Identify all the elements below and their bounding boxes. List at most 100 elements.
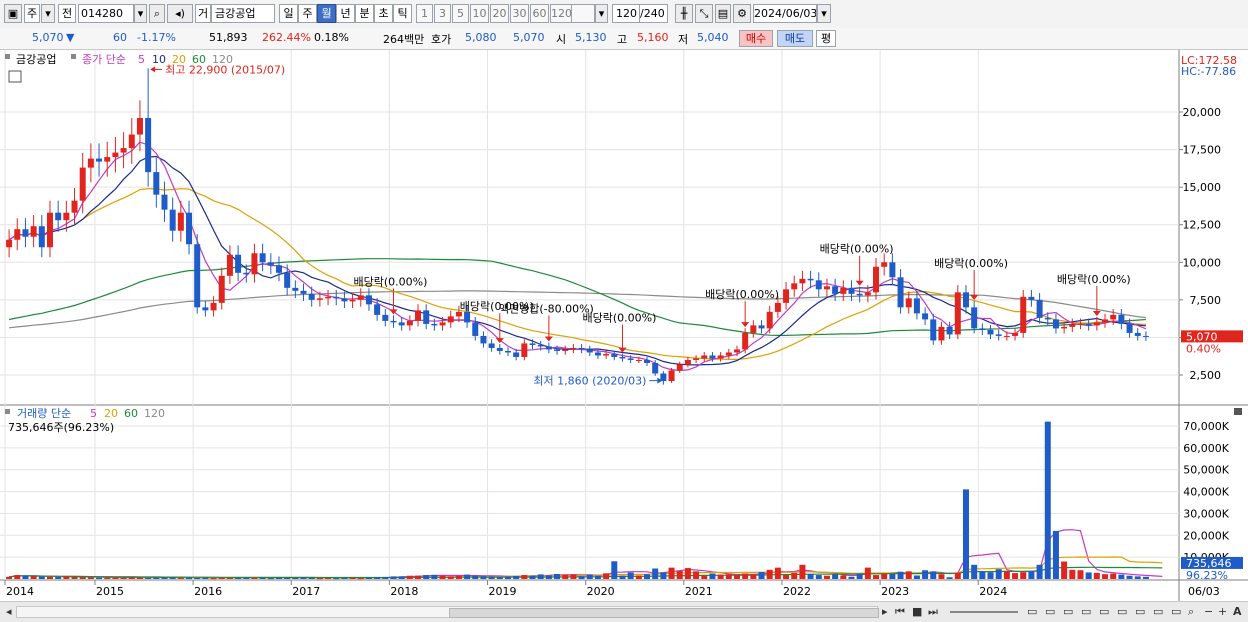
window-icon[interactable]: ▭ — [1063, 605, 1073, 618]
candle-type-icon[interactable]: ╫ — [675, 4, 693, 23]
text-tool-icon[interactable]: A — [1233, 605, 1242, 618]
minute-button[interactable]: 120 — [550, 4, 572, 23]
period-button[interactable]: 주 — [298, 4, 317, 23]
volume-bar — [611, 561, 618, 579]
legend-period-120[interactable]: 120 — [212, 53, 233, 66]
horizontal-scrollbar[interactable] — [16, 606, 879, 618]
candle-body — [1036, 299, 1043, 318]
minute-button[interactable]: 3 — [434, 4, 451, 23]
year-label: 2022 — [783, 585, 811, 598]
trade-button[interactable]: 거 — [195, 4, 211, 23]
zoom-out-icon[interactable]: − — [1204, 605, 1213, 618]
volume-bar — [832, 574, 839, 579]
jump-start-icon[interactable]: ⏮ — [895, 605, 905, 619]
volume-bar — [1077, 570, 1084, 579]
legend-indicator[interactable]: 종가 단순 — [82, 53, 126, 66]
period-button[interactable]: 일 — [279, 4, 298, 23]
volume-bar — [194, 577, 201, 579]
stock-chart[interactable]: 최고 22,900 (2015/07)최저 1,860 (2020/03)배당락… — [0, 50, 1248, 601]
jump-end-icon[interactable]: ⏭ — [928, 605, 938, 619]
minute-button[interactable]: 20 — [490, 4, 509, 23]
volume-bar — [202, 577, 209, 579]
stop-icon[interactable]: ■ — [912, 605, 922, 618]
candle-body — [1126, 323, 1133, 333]
buy-button[interactable]: 매수 — [739, 30, 773, 47]
volume-bar — [284, 577, 291, 579]
period-button[interactable]: 월 — [317, 4, 336, 23]
save-icon[interactable]: ▤ — [715, 4, 731, 23]
window-icon[interactable]: ▭ — [1117, 605, 1127, 618]
zoom-search-icon[interactable]: ⌕ — [1188, 605, 1194, 619]
legend-marker-icon — [71, 54, 76, 59]
candle-body — [496, 347, 503, 351]
minute-button[interactable]: 10 — [470, 4, 489, 23]
volume-bar — [962, 489, 969, 579]
minute-button[interactable]: 30 — [510, 4, 529, 23]
calendar-dropdown-icon[interactable]: ▾ — [817, 4, 831, 23]
scroll-right-icon[interactable]: ▸ — [882, 605, 888, 618]
period-button[interactable]: 분 — [355, 4, 374, 23]
candle-body — [1069, 323, 1076, 327]
volume-bar — [472, 575, 479, 579]
market-select[interactable]: 주 — [24, 4, 40, 23]
candle-body — [668, 370, 675, 382]
volume-bar — [1102, 574, 1109, 579]
window-icon[interactable]: ▭ — [1171, 605, 1181, 618]
zoom-slider[interactable] — [950, 611, 1018, 613]
speaker-icon[interactable]: ◂) — [167, 4, 193, 23]
volume-bar — [104, 577, 111, 579]
candle-body — [177, 212, 184, 231]
legend-period-10[interactable]: 10 — [152, 53, 166, 66]
draw-tool-icon[interactable]: ⤡ — [695, 4, 713, 23]
settings-gear-icon[interactable]: ⚙ — [733, 4, 751, 23]
vol-period-60[interactable]: 60 — [124, 407, 138, 420]
candle-body — [104, 157, 111, 162]
window-icon[interactable]: ▭ — [1027, 605, 1037, 618]
legend-title[interactable]: 금강공업 — [16, 53, 56, 66]
zoom-in-icon[interactable]: + — [1218, 605, 1227, 618]
legend-period-20[interactable]: 20 — [172, 53, 186, 66]
minute-custom[interactable] — [571, 4, 595, 23]
legend-period-5[interactable]: 5 — [138, 53, 145, 66]
volume-bar — [537, 574, 544, 579]
volume-bar — [316, 578, 323, 580]
vol-period-5[interactable]: 5 — [90, 407, 97, 420]
eval-button[interactable]: 평 — [816, 30, 836, 47]
period-button[interactable]: 년 — [336, 4, 355, 23]
volume-bar — [177, 577, 184, 579]
volume-bar — [578, 576, 585, 579]
candle-body — [79, 167, 86, 201]
legend-period-60[interactable]: 60 — [192, 53, 206, 66]
window-icon[interactable]: ▭ — [1045, 605, 1055, 618]
count-input[interactable]: 120 — [612, 4, 640, 23]
period-button[interactable]: 초 — [374, 4, 393, 23]
market-dropdown-icon[interactable]: ▾ — [41, 4, 55, 23]
window-icon[interactable]: ▭ — [1135, 605, 1145, 618]
minute-dropdown-icon[interactable]: ▾ — [595, 4, 608, 23]
minute-button[interactable]: 1 — [416, 4, 433, 23]
scroll-left-icon[interactable]: ◂ — [6, 605, 12, 618]
date-input[interactable]: 2024/06/03 — [753, 4, 817, 23]
scroll-thumb[interactable] — [449, 608, 879, 618]
minute-button[interactable]: 5 — [452, 4, 469, 23]
window-icon[interactable]: ▭ — [1099, 605, 1109, 618]
period-button[interactable]: 틱 — [393, 4, 412, 23]
window-icon[interactable]: ▭ — [1081, 605, 1091, 618]
minute-button[interactable]: 60 — [530, 4, 549, 23]
panel-close-icon[interactable] — [1234, 408, 1242, 415]
volume-bar — [1085, 572, 1092, 579]
code-dropdown-icon[interactable]: ▾ — [134, 4, 147, 23]
volume-bar — [668, 567, 675, 579]
sell-button[interactable]: 매도 — [777, 30, 813, 47]
candle-body — [169, 209, 176, 231]
layout-icon[interactable]: ▣ — [4, 4, 22, 23]
volume-legend[interactable]: 거래량 단순 — [17, 407, 71, 420]
price-tick-label: 15,000 — [1183, 181, 1222, 194]
vol-period-120[interactable]: 120 — [144, 407, 165, 420]
table-icon[interactable] — [8, 70, 22, 83]
prev-button[interactable]: 전 — [58, 4, 76, 23]
code-input[interactable]: 014280 — [78, 4, 134, 23]
search-icon[interactable]: ⌕ — [149, 4, 165, 23]
window-icon[interactable]: ▭ — [1153, 605, 1163, 618]
vol-period-20[interactable]: 20 — [104, 407, 118, 420]
